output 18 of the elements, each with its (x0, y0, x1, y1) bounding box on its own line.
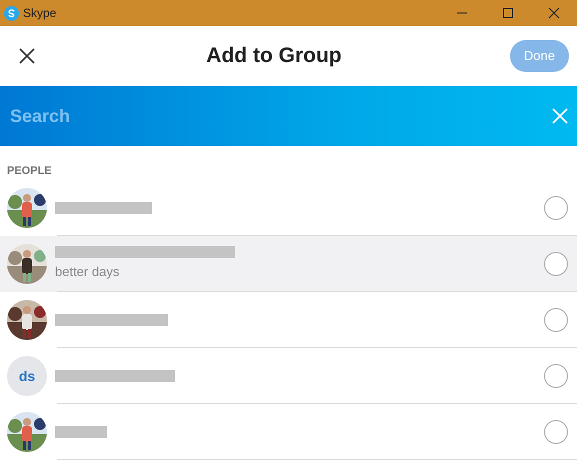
dialog-title: Add to Group (205, 43, 343, 70)
window-title: Skype (23, 5, 56, 22)
contact-row[interactable]: ds (0, 348, 577, 404)
redaction-bar (55, 426, 107, 438)
search-field[interactable]: Search (0, 86, 577, 146)
section-label: PEOPLE (7, 165, 52, 177)
avatar-initials: ds (7, 356, 47, 396)
select-radio[interactable] (544, 196, 568, 220)
contact-row[interactable]: better days (0, 236, 577, 292)
select-radio[interactable] (544, 364, 568, 388)
app-logo-icon (4, 6, 19, 20)
select-radio[interactable] (544, 420, 568, 444)
contact-status: better days (55, 263, 120, 282)
close-icon (548, 7, 560, 19)
select-radio[interactable] (544, 252, 568, 276)
maximize-icon (502, 7, 514, 19)
clear-search-button[interactable] (551, 107, 569, 125)
select-radio[interactable] (544, 308, 568, 332)
